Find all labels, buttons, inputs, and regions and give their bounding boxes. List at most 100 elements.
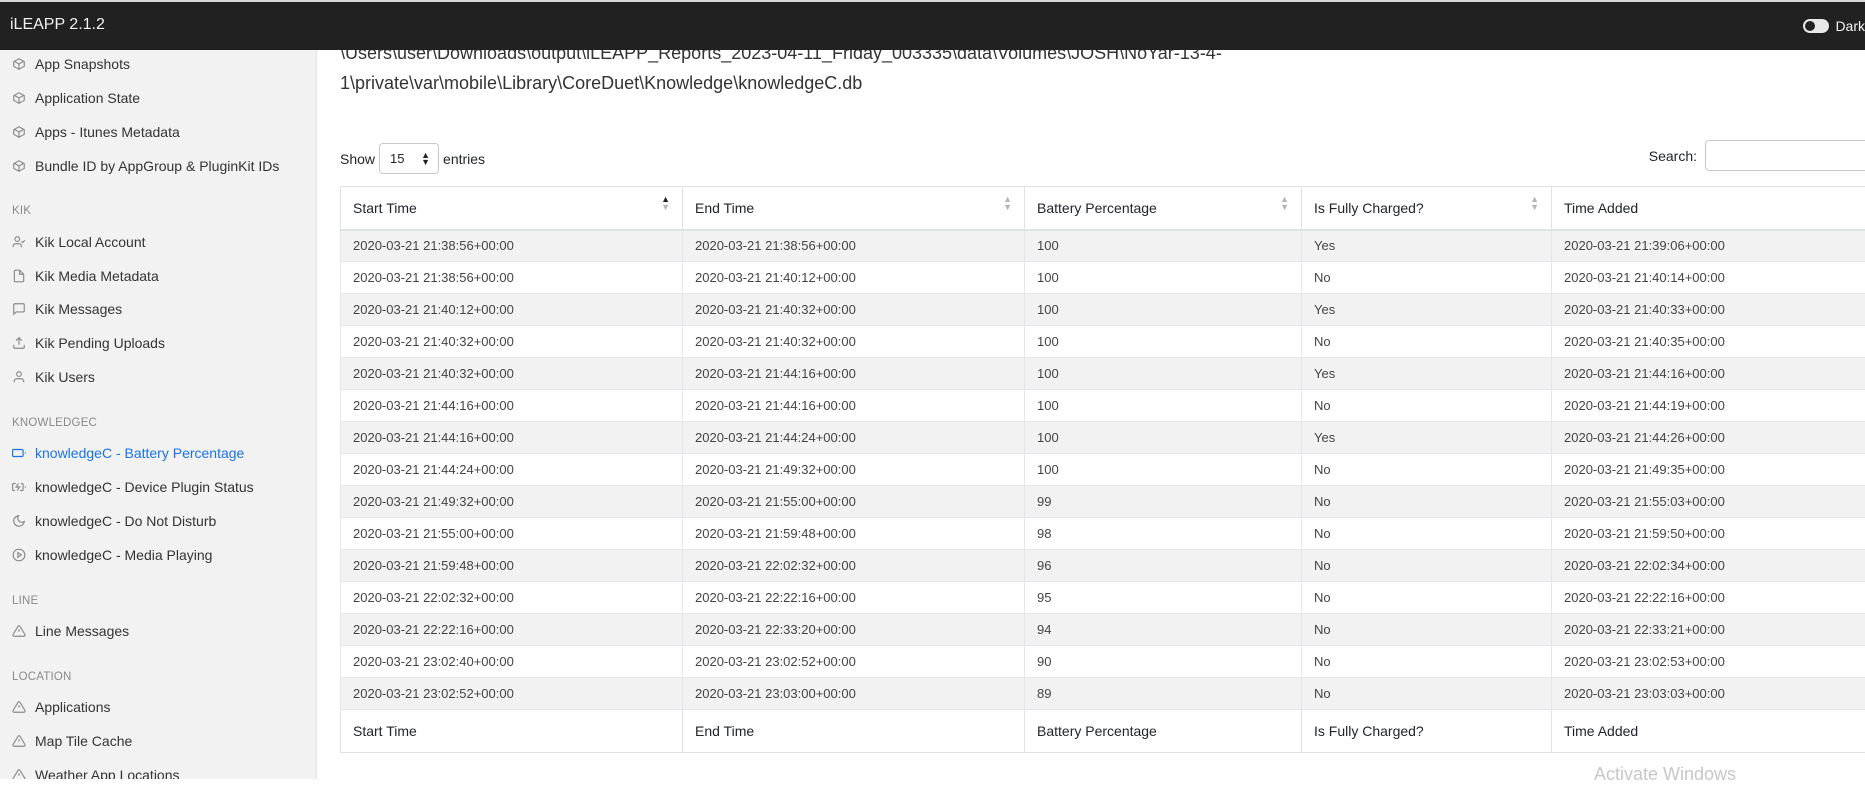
entries-length-control: Show 15 ▲▼ entries [340, 143, 485, 174]
table-cell: 99 [1025, 486, 1302, 518]
table-cell: 2020-03-21 21:44:19+00:00 [1552, 390, 1865, 422]
moon-icon [12, 514, 26, 528]
sidebar-item-weather-app-locations[interactable]: Weather App Locations [12, 763, 180, 779]
table-cell: 2020-03-21 21:38:56+00:00 [341, 262, 683, 294]
sidebar-item-application-state[interactable]: Application State [12, 86, 140, 110]
alert-triangle-icon [12, 768, 26, 779]
table-cell: 2020-03-21 21:44:16+00:00 [341, 422, 683, 454]
table-row: 2020-03-21 21:59:48+00:002020-03-21 22:0… [341, 550, 1865, 582]
table-cell: 2020-03-21 21:40:14+00:00 [1552, 262, 1865, 294]
sidebar-item-map-tile-cache[interactable]: Map Tile Cache [12, 729, 132, 753]
table-row: 2020-03-21 22:02:32+00:002020-03-21 22:2… [341, 582, 1865, 614]
table-cell: 100 [1025, 294, 1302, 326]
toggle-switch[interactable] [1803, 19, 1829, 33]
sidebar-item-bundle-id[interactable]: Bundle ID by AppGroup & PluginKit IDs [12, 154, 279, 178]
table-cell: 98 [1025, 518, 1302, 550]
sort-asc-icon: ▲▼ [661, 195, 670, 211]
sidebar-heading-knowledgec: KNOWLEDGEC [12, 417, 97, 429]
table-row: 2020-03-21 21:40:12+00:002020-03-21 21:4… [341, 294, 1865, 326]
show-label: Show [340, 151, 375, 167]
sidebar-item-apps-itunes-metadata[interactable]: Apps - Itunes Metadata [12, 120, 180, 144]
sidebar-item-kik-users[interactable]: Kik Users [12, 365, 95, 389]
sidebar-item-label: Weather App Locations [35, 767, 180, 779]
sidebar-item-applications[interactable]: Applications [12, 695, 111, 719]
table-cell: 2020-03-21 22:33:20+00:00 [683, 614, 1025, 646]
table-cell: 2020-03-21 21:44:16+00:00 [683, 390, 1025, 422]
package-icon [12, 125, 26, 139]
column-header-start-time[interactable]: Start Time▲▼ [341, 187, 683, 230]
column-header-end-time[interactable]: End Time▲▼ [683, 187, 1025, 230]
sidebar-item-kik-local-account[interactable]: Kik Local Account [12, 230, 146, 254]
sidebar: App Snapshots Application State Apps - I… [0, 50, 317, 779]
table-cell: 2020-03-21 22:02:32+00:00 [683, 550, 1025, 582]
table-body: 2020-03-21 21:38:56+00:002020-03-21 21:3… [341, 230, 1865, 710]
table-cell: 2020-03-21 21:59:48+00:00 [683, 518, 1025, 550]
table-cell: 2020-03-21 22:02:34+00:00 [1552, 550, 1865, 582]
sidebar-item-kik-messages[interactable]: Kik Messages [12, 297, 122, 321]
footer-time-added: Time Added [1552, 710, 1865, 753]
search-input[interactable] [1705, 140, 1865, 171]
sidebar-item-kik-media-metadata[interactable]: Kik Media Metadata [12, 264, 159, 288]
table-footer-row: Start Time End Time Battery Percentage I… [341, 710, 1865, 753]
table-cell: 100 [1025, 326, 1302, 358]
table-cell: 2020-03-21 21:38:56+00:00 [683, 230, 1025, 262]
table-cell: 100 [1025, 422, 1302, 454]
sidebar-item-app-snapshots[interactable]: App Snapshots [12, 52, 130, 76]
table-cell: 2020-03-21 21:40:32+00:00 [341, 358, 683, 390]
table-cell: 100 [1025, 390, 1302, 422]
message-square-icon [12, 302, 26, 316]
entries-select[interactable]: 15 ▲▼ [379, 143, 439, 174]
top-navbar: iLEAPP 2.1.2 Dark [0, 0, 1865, 50]
table-cell: 2020-03-21 21:38:56+00:00 [341, 230, 683, 262]
sidebar-item-label: knowledgeC - Do Not Disturb [35, 513, 216, 529]
table-cell: 2020-03-21 21:55:00+00:00 [341, 518, 683, 550]
table-cell: 2020-03-21 21:59:48+00:00 [341, 550, 683, 582]
table-search: Search: [1649, 140, 1865, 171]
column-header-time-added[interactable]: Time Added [1552, 187, 1865, 230]
table-cell: 90 [1025, 646, 1302, 678]
table-cell: 2020-03-21 21:49:32+00:00 [683, 454, 1025, 486]
select-arrows-icon: ▲▼ [421, 152, 430, 166]
table-cell: 2020-03-21 23:02:52+00:00 [683, 646, 1025, 678]
table-row: 2020-03-21 21:40:32+00:002020-03-21 21:4… [341, 358, 1865, 390]
play-circle-icon [12, 548, 26, 562]
sidebar-item-knowledgec-do-not-disturb[interactable]: knowledgeC - Do Not Disturb [12, 509, 216, 533]
table-cell: 2020-03-21 21:44:24+00:00 [341, 454, 683, 486]
alert-triangle-icon [12, 734, 26, 748]
table-cell: No [1302, 262, 1552, 294]
user-icon [12, 370, 26, 384]
table-cell: Yes [1302, 294, 1552, 326]
upload-icon [12, 336, 26, 350]
sidebar-item-kik-pending-uploads[interactable]: Kik Pending Uploads [12, 331, 165, 355]
sidebar-item-knowledgec-device-plugin-status[interactable]: knowledgeC - Device Plugin Status [12, 475, 254, 499]
table-cell: 2020-03-21 22:22:16+00:00 [683, 582, 1025, 614]
table-cell: Yes [1302, 230, 1552, 262]
table-row: 2020-03-21 23:02:40+00:002020-03-21 23:0… [341, 646, 1865, 678]
sidebar-item-line-messages[interactable]: Line Messages [12, 619, 129, 643]
table-cell: No [1302, 646, 1552, 678]
entries-value: 15 [390, 151, 404, 166]
sidebar-item-label: App Snapshots [35, 56, 130, 72]
column-header-battery-percentage[interactable]: Battery Percentage▲▼ [1025, 187, 1302, 230]
table-cell: 2020-03-21 21:39:06+00:00 [1552, 230, 1865, 262]
sidebar-item-label: Kik Users [35, 369, 95, 385]
column-header-is-fully-charged[interactable]: Is Fully Charged?▲▼ [1302, 187, 1552, 230]
path-line-2: 1\private\var\mobile\Library\CoreDuet\Kn… [340, 68, 1400, 98]
table-row: 2020-03-21 23:02:52+00:002020-03-21 23:0… [341, 678, 1865, 710]
app-title[interactable]: iLEAPP 2.1.2 [10, 16, 105, 34]
sidebar-heading-location: LOCATION [12, 671, 72, 683]
footer-end-time: End Time [683, 710, 1025, 753]
file-icon [12, 269, 26, 283]
table-cell: 2020-03-21 21:40:35+00:00 [1552, 326, 1865, 358]
package-icon [12, 57, 26, 71]
sidebar-item-knowledgec-battery-percentage[interactable]: knowledgeC - Battery Percentage [12, 441, 244, 465]
table-cell: 2020-03-21 21:44:24+00:00 [683, 422, 1025, 454]
sidebar-item-knowledgec-media-playing[interactable]: knowledgeC - Media Playing [12, 543, 212, 567]
table-row: 2020-03-21 21:49:32+00:002020-03-21 21:5… [341, 486, 1865, 518]
battery-percentage-table: Start Time▲▼ End Time▲▼ Battery Percenta… [340, 186, 1865, 753]
table-cell: 100 [1025, 262, 1302, 294]
dark-mode-toggle[interactable]: Dark [1803, 18, 1865, 34]
table-cell: 2020-03-21 21:55:00+00:00 [683, 486, 1025, 518]
search-label: Search: [1649, 148, 1697, 164]
table-cell: No [1302, 486, 1552, 518]
